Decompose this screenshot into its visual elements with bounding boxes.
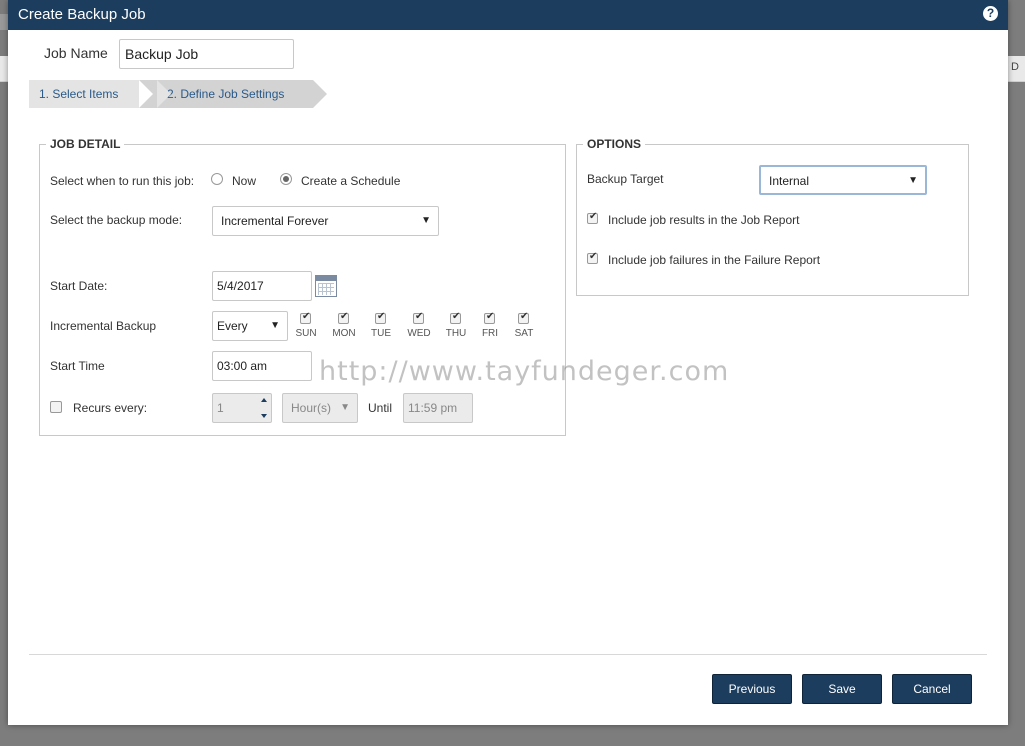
recurs-interval-stepper[interactable]: 1 (212, 393, 272, 423)
calendar-icon[interactable] (315, 275, 337, 297)
incremental-frequency-select[interactable]: Every ▼ (212, 311, 288, 341)
dialog-titlebar: Create Backup Job ? (8, 0, 1008, 30)
run-when-label: Select when to run this job: (50, 174, 195, 188)
spin-up-icon[interactable] (261, 398, 267, 402)
watermark: http://www.tayfundeger.com (319, 356, 730, 387)
start-time-value: 03:00 am (217, 359, 268, 373)
chevron-down-icon: ▼ (908, 175, 918, 186)
create-backup-job-dialog: Create Backup Job ? Job Name 1. Select I… (8, 0, 1008, 725)
backup-mode-label: Select the backup mode: (50, 213, 183, 227)
day-sun-checkbox[interactable] (300, 311, 311, 324)
spin-down-icon[interactable] (261, 414, 267, 418)
until-label: Until (368, 401, 393, 415)
recurs-interval-value: 1 (217, 401, 224, 415)
day-thu-checkbox[interactable] (450, 311, 461, 324)
dialog-title: Create Backup Job (18, 6, 146, 23)
backup-target-label: Backup Target (587, 172, 664, 186)
chevron-down-icon: ▼ (421, 215, 431, 226)
create-schedule-label: Create a Schedule (301, 174, 401, 188)
job-detail-legend: JOB DETAIL (50, 137, 121, 151)
day-mon-checkbox[interactable] (338, 311, 349, 324)
start-time-label: Start Time (50, 359, 105, 373)
footer-divider (29, 654, 987, 655)
until-time-input[interactable]: 11:59 pm (403, 393, 473, 423)
day-wed-checkbox[interactable] (413, 311, 424, 324)
start-time-input[interactable]: 03:00 am (212, 351, 312, 381)
incremental-frequency-value: Every (217, 319, 248, 333)
start-date-value: 5/4/2017 (217, 279, 264, 293)
until-time-value: 11:59 pm (408, 401, 458, 415)
backup-target-value: Internal (769, 174, 810, 188)
start-date-label: Start Date: (50, 279, 108, 293)
include-failure-report-checkbox[interactable] (587, 251, 598, 264)
day-mon-label: MON (332, 328, 356, 339)
cancel-button[interactable]: Cancel (892, 674, 972, 704)
chevron-down-icon: ▼ (340, 402, 350, 413)
recurs-unit-select[interactable]: Hour(s) ▼ (282, 393, 358, 423)
include-job-report-checkbox[interactable] (587, 211, 598, 224)
job-name-label: Job Name (44, 45, 108, 61)
day-tue-checkbox[interactable] (375, 311, 386, 324)
day-thu-label: THU (445, 328, 467, 339)
previous-button[interactable]: Previous (712, 674, 792, 704)
run-now-label: Now (232, 174, 257, 188)
step-select-items-label: 1. Select Items (39, 87, 119, 101)
help-icon[interactable]: ? (983, 6, 998, 21)
chevron-down-icon: ▼ (270, 320, 280, 331)
include-failure-report-label: Include job failures in the Failure Repo… (608, 253, 821, 267)
step-define-job-settings-label: 2. Define Job Settings (167, 87, 285, 101)
run-now-radio[interactable] (211, 173, 223, 185)
backup-target-select[interactable]: Internal ▼ (759, 165, 927, 195)
day-wed-label: WED (407, 328, 431, 339)
recurs-every-label: Recurs every: (73, 401, 148, 415)
background-tab (0, 14, 8, 30)
start-date-input[interactable]: 5/4/2017 (212, 271, 312, 301)
step-select-items[interactable]: 1. Select Items (29, 80, 171, 108)
job-name-input[interactable] (119, 39, 294, 69)
day-sat-label: SAT (514, 328, 534, 339)
options-legend: OPTIONS (587, 137, 642, 151)
include-job-report-label: Include job results in the Job Report (608, 213, 800, 227)
incremental-backup-label: Incremental Backup (50, 319, 157, 333)
day-tue-label: TUE (371, 328, 391, 339)
create-schedule-radio[interactable] (280, 173, 292, 185)
day-sat-checkbox[interactable] (518, 311, 529, 324)
day-sun-label: SUN (295, 328, 317, 339)
background-partial-text: D (1011, 61, 1019, 73)
recurs-every-checkbox[interactable] (50, 401, 62, 413)
recurs-unit-value: Hour(s) (291, 401, 332, 415)
backup-mode-value: Incremental Forever (221, 214, 329, 228)
day-fri-label: FRI (481, 328, 499, 339)
day-fri-checkbox[interactable] (484, 311, 495, 324)
backup-mode-select[interactable]: Incremental Forever ▼ (212, 206, 439, 236)
save-button[interactable]: Save (802, 674, 882, 704)
